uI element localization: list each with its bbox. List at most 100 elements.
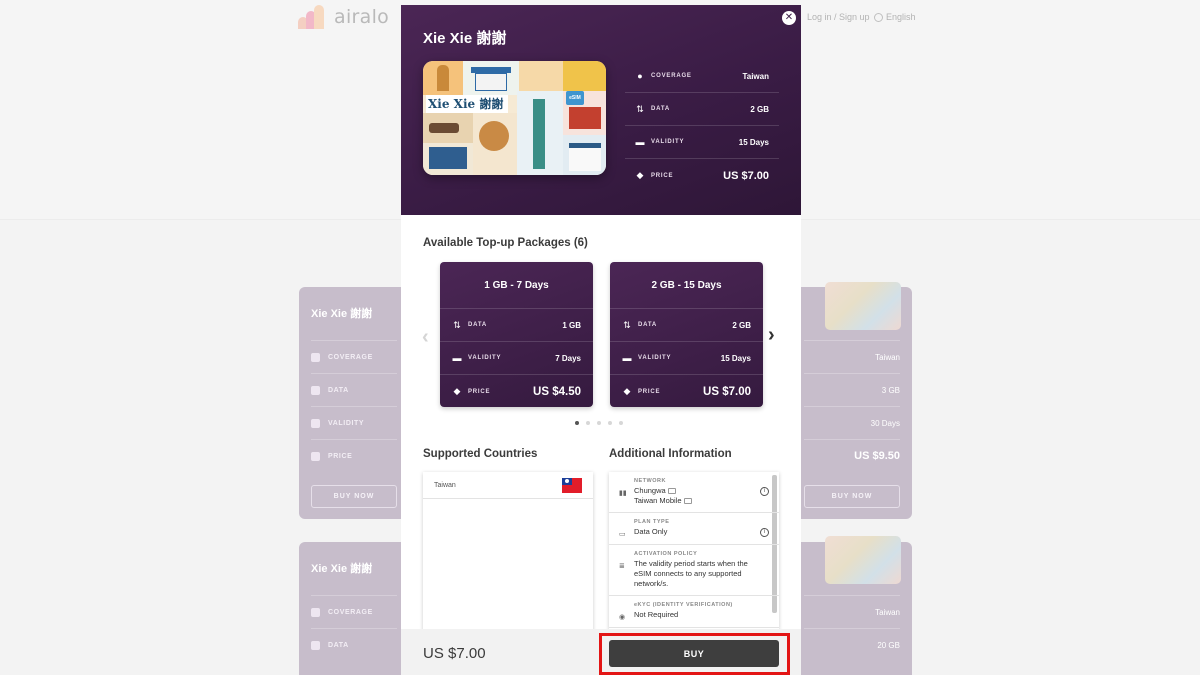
row-value: 20 GB (877, 640, 900, 650)
spec-row-coverage: ● COVERAGE Taiwan (625, 60, 779, 93)
plan-spec-table: ● COVERAGE Taiwan ⇅ DATA 2 GB ▬ VALIDITY… (625, 60, 779, 192)
modal-hero: Xie Xie 謝謝 Xie Xie 謝謝 eSIM ● COVERAGE Ta… (401, 5, 801, 215)
topup-package-card[interactable]: 1 GB - 7 Days ⇅ DATA 1 GB ▬ VALIDITY 7 D… (440, 262, 593, 407)
package-value: 2 GB (732, 320, 751, 330)
additional-info-title: Additional Information (609, 448, 732, 460)
bg-card-row: Taiwan (804, 595, 900, 628)
network-name: Taiwan Mobile (634, 496, 682, 505)
esim-card-text: Xie Xie 謝謝 (426, 95, 508, 113)
info-icon[interactable]: i (760, 528, 769, 537)
bg-package-card[interactable]: Xie Xie 謝謝 COVERAGE DATA VALIDITY PRICE … (299, 287, 409, 519)
package-label: PRICE (468, 388, 491, 395)
shield-icon: ◉ (619, 614, 626, 621)
package-label: VALIDITY (638, 355, 672, 361)
row-label: DATA (328, 641, 349, 649)
carousel-dot[interactable] (608, 421, 612, 425)
taiwan-flag-icon (562, 477, 582, 493)
info-network: ▮▮ NETWORK Chungwa Taiwan Mobile i (609, 472, 779, 513)
network-name: Chungwa (634, 486, 666, 495)
row-value: Taiwan (875, 352, 900, 362)
info-plan-type: ▭ PLAN TYPE Data Only i (609, 513, 779, 545)
carousel-dot[interactable] (575, 421, 579, 425)
additional-info-list[interactable]: ▮▮ NETWORK Chungwa Taiwan Mobile i ▭ PLA… (609, 472, 779, 630)
spec-row-validity: ▬ VALIDITY 15 Days (625, 126, 779, 159)
package-details-modal: Xie Xie 謝謝 Xie Xie 謝謝 eSIM ● COVERAGE Ta… (401, 5, 801, 675)
bg-esim-thumbnail (825, 282, 901, 330)
row-label: VALIDITY (328, 419, 365, 427)
language-selector[interactable]: English (874, 12, 916, 22)
modal-footer: US $7.00 BUY (401, 629, 801, 675)
topup-section-title: Available Top-up Packages (6) (423, 237, 588, 249)
bg-package-card[interactable]: Xie Xie 謝謝 COVERAGE DATA (299, 542, 409, 675)
spec-label: DATA (651, 106, 670, 112)
login-link[interactable]: Log in / Sign up (807, 12, 870, 22)
package-row-data: ⇅ DATA 2 GB (610, 309, 763, 342)
bg-card-row: COVERAGE (311, 340, 397, 373)
footer-price: US $7.00 (423, 645, 486, 662)
spec-value: 2 GB (750, 104, 769, 114)
package-row-data: ⇅ DATA 1 GB (440, 309, 593, 342)
globe-icon (874, 12, 883, 22)
calendar-icon: ▬ (622, 353, 632, 363)
spec-label: PRICE (651, 172, 674, 179)
data-arrows-icon: ⇅ (623, 319, 631, 330)
spec-value: Taiwan (742, 71, 769, 81)
package-label: VALIDITY (468, 355, 502, 361)
data-arrows-icon (311, 385, 320, 395)
package-row-price: ◆ PRICE US $7.00 (610, 375, 763, 407)
calendar-icon (311, 418, 320, 428)
spec-row-price: ◆ PRICE US $7.00 (625, 159, 779, 192)
close-icon[interactable]: ✕ (782, 11, 796, 25)
bg-card-title: Xie Xie 謝謝 (311, 563, 373, 575)
calendar-icon: ▬ (635, 137, 645, 147)
topup-package-card[interactable]: 2 GB - 15 Days ⇅ DATA 2 GB ▬ VALIDITY 15… (610, 262, 763, 407)
info-icon[interactable]: i (760, 487, 769, 496)
logo-text: airalo (334, 6, 390, 28)
carousel-dot[interactable] (586, 421, 590, 425)
row-label: PRICE (328, 452, 353, 460)
data-arrows-icon (311, 640, 320, 650)
supported-countries-title: Supported Countries (423, 448, 538, 460)
language-label: English (886, 12, 916, 22)
row-label: COVERAGE (328, 353, 373, 361)
airalo-logo[interactable]: airalo (298, 5, 389, 29)
row-value: 30 Days (870, 418, 900, 428)
bg-card-title: Xie Xie 謝謝 (311, 308, 373, 320)
package-value: 1 GB (562, 320, 581, 330)
bg-card-row: 20 GB (804, 628, 900, 661)
carousel-dot[interactable] (597, 421, 601, 425)
price-tag-icon (311, 451, 320, 461)
package-value: 7 Days (555, 353, 581, 363)
bg-card-row: VALIDITY (311, 406, 397, 439)
data-arrows-icon: ⇅ (453, 319, 461, 330)
carousel-next-icon[interactable]: › (768, 325, 775, 345)
document-icon: ▭ (619, 531, 626, 538)
data-arrows-icon: ⇅ (636, 103, 644, 114)
bg-card-row: DATA (311, 373, 397, 406)
bg-buy-now-button[interactable]: BUY NOW (311, 485, 397, 508)
bg-buy-now-button[interactable]: BUY NOW (804, 485, 900, 508)
network-tag-icon (683, 498, 692, 505)
signal-icon: ▮▮ (619, 490, 627, 497)
package-value: US $7.00 (703, 385, 751, 398)
price-tag-icon: ◆ (636, 170, 644, 180)
info-ekyc: ◉ eKYC (IDENTITY VERIFICATION) Not Requi… (609, 596, 779, 628)
package-value: 15 Days (720, 353, 751, 363)
bg-card-row: US $9.50 (804, 439, 900, 472)
info-activation-policy: ≣ ACTIVATION POLICY The validity period … (609, 545, 779, 596)
carousel-prev-icon[interactable]: ‹ (422, 327, 429, 347)
globe-icon (311, 607, 320, 617)
info-key: PLAN TYPE (634, 519, 670, 525)
info-key: ACTIVATION POLICY (634, 551, 698, 557)
esim-card-image: Xie Xie 謝謝 eSIM (423, 61, 606, 175)
info-value: Not Required (634, 610, 679, 619)
package-value: US $4.50 (533, 385, 581, 398)
bg-card-row: PRICE (311, 439, 397, 472)
carousel-dot[interactable] (619, 421, 623, 425)
price-tag-icon: ◆ (623, 386, 631, 396)
spec-value: US $7.00 (723, 169, 769, 182)
package-label: DATA (638, 322, 657, 328)
info-value: Data Only (634, 527, 668, 536)
buy-button[interactable]: BUY (609, 640, 779, 667)
bg-card-row: Taiwan (804, 340, 900, 373)
